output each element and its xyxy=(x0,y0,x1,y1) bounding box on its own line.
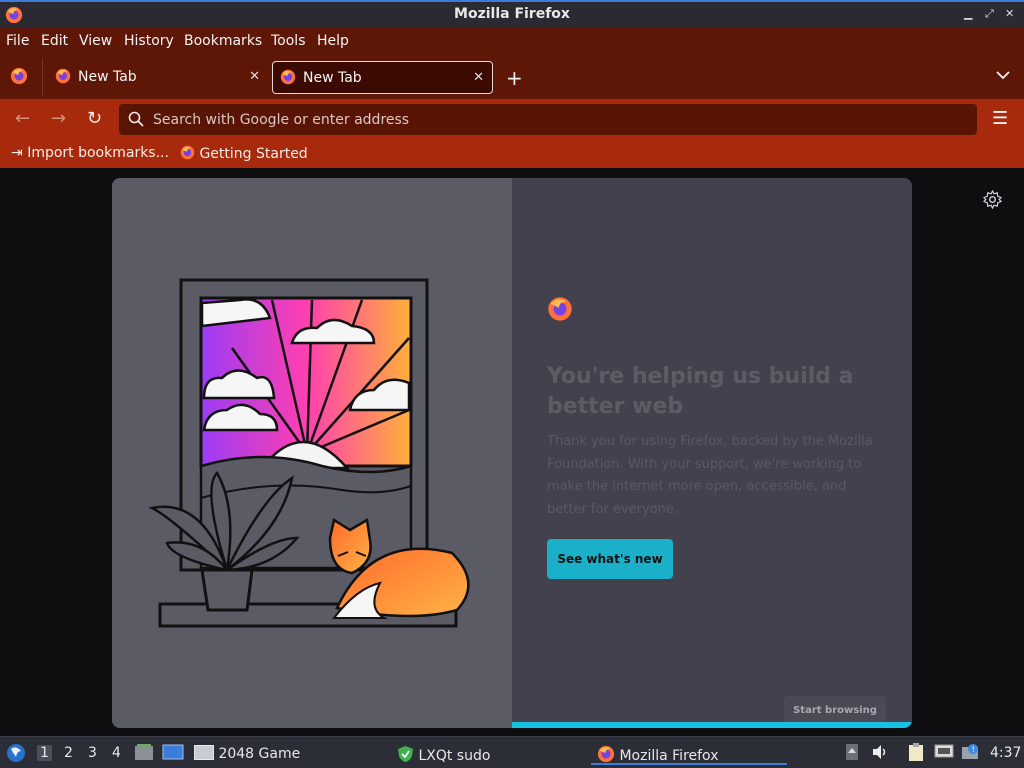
minimize-button[interactable]: ▁ xyxy=(964,7,972,20)
window-icon xyxy=(194,745,214,760)
onboarding-progress-bar xyxy=(512,722,912,728)
onboarding-progress-fill xyxy=(512,722,912,728)
url-input[interactable] xyxy=(153,104,953,135)
gear-icon[interactable] xyxy=(982,189,1003,213)
menu-bar: File Edit View History Bookmarks Tools H… xyxy=(0,28,1024,54)
menu-view[interactable]: View xyxy=(79,33,112,49)
see-whats-new-button[interactable]: See what's new xyxy=(547,539,673,579)
tray-arrow-icon[interactable] xyxy=(845,743,859,765)
tab-new-tab-2[interactable]: New Tab ✕ xyxy=(272,61,493,94)
volume-icon[interactable] xyxy=(871,744,889,764)
firefox-icon xyxy=(180,145,195,164)
task-label: Mozilla Firefox xyxy=(619,748,719,764)
tab-label: New Tab xyxy=(78,69,137,85)
reload-button[interactable]: ↻ xyxy=(87,108,102,129)
desktop-3[interactable]: 3 xyxy=(88,745,97,761)
window-title: Mozilla Firefox xyxy=(454,6,570,22)
close-tab-icon[interactable]: ✕ xyxy=(249,69,260,84)
task-label: 2048 Game xyxy=(218,746,301,762)
list-all-tabs-button[interactable] xyxy=(996,68,1010,84)
desktop-2[interactable]: 2 xyxy=(64,745,73,761)
bookmarks-toolbar: ⇥ Import bookmarks... Getting Started xyxy=(0,139,1024,168)
onboarding-headline: You're helping us build a better web xyxy=(547,364,854,419)
desktop-4[interactable]: 4 xyxy=(112,745,121,761)
back-button[interactable]: ← xyxy=(15,108,30,129)
show-desktop-icon[interactable] xyxy=(162,744,184,764)
notification-icon[interactable]: ! xyxy=(961,743,981,765)
bookmark-import[interactable]: ⇥ Import bookmarks... xyxy=(11,145,169,161)
clock: 4:37 xyxy=(990,745,1022,761)
svg-text:!: ! xyxy=(972,745,975,754)
network-icon[interactable] xyxy=(934,743,954,765)
import-icon: ⇥ xyxy=(11,145,23,161)
onboarding-dialog: You're helping us build a better web Tha… xyxy=(112,178,912,728)
task-lxqt-sudo[interactable]: LXQt sudo xyxy=(397,745,490,767)
menu-edit[interactable]: Edit xyxy=(41,33,68,49)
shield-icon xyxy=(397,745,414,767)
menu-file[interactable]: File xyxy=(6,33,29,49)
new-tab-button[interactable]: + xyxy=(506,66,523,90)
tab-separator xyxy=(42,58,43,96)
maximize-button[interactable]: ⤢ xyxy=(985,7,994,21)
menu-history[interactable]: History xyxy=(124,33,174,49)
forward-button[interactable]: → xyxy=(51,108,66,129)
window-fox-illustration xyxy=(148,278,470,628)
menu-tools[interactable]: Tools xyxy=(271,33,306,49)
hamburger-menu-icon[interactable]: ☰ xyxy=(992,108,1008,129)
tab-label: New Tab xyxy=(303,70,362,86)
taskbar: 1 2 3 4 2048 Game LXQt sudo Mozilla Fire… xyxy=(0,736,1024,768)
menu-bookmarks[interactable]: Bookmarks xyxy=(184,33,262,49)
tab-new-tab-1[interactable]: New Tab ✕ xyxy=(48,61,268,94)
task-2048-game[interactable]: 2048 Game xyxy=(194,745,300,762)
task-label: LXQt sudo xyxy=(418,748,491,764)
clipboard-icon[interactable] xyxy=(907,743,925,766)
onboarding-content-panel: You're helping us build a better web Tha… xyxy=(512,178,912,728)
firefox-logo-icon xyxy=(547,296,573,326)
onboarding-illustration-panel xyxy=(112,178,512,728)
menu-help[interactable]: Help xyxy=(317,33,349,49)
start-menu-icon[interactable] xyxy=(6,743,26,767)
firefox-icon xyxy=(280,69,296,89)
firefox-icon xyxy=(55,68,71,88)
close-tab-icon[interactable]: ✕ xyxy=(473,70,484,85)
bookmark-label: Import bookmarks... xyxy=(27,145,169,161)
file-manager-icon[interactable] xyxy=(134,743,154,765)
onboarding-body: Thank you for using Firefox, backed by t… xyxy=(547,434,873,517)
search-icon xyxy=(128,111,144,131)
active-task-indicator xyxy=(591,763,787,765)
bookmark-getting-started[interactable]: Getting Started xyxy=(180,145,308,164)
url-bar[interactable] xyxy=(119,104,977,135)
window-titlebar: Mozilla Firefox ▁ ⤢ ✕ xyxy=(0,0,1024,28)
bookmark-label: Getting Started xyxy=(199,146,308,162)
close-window-button[interactable]: ✕ xyxy=(1005,7,1014,20)
desktop-1[interactable]: 1 xyxy=(37,745,52,761)
firefox-view-button[interactable] xyxy=(10,67,28,89)
